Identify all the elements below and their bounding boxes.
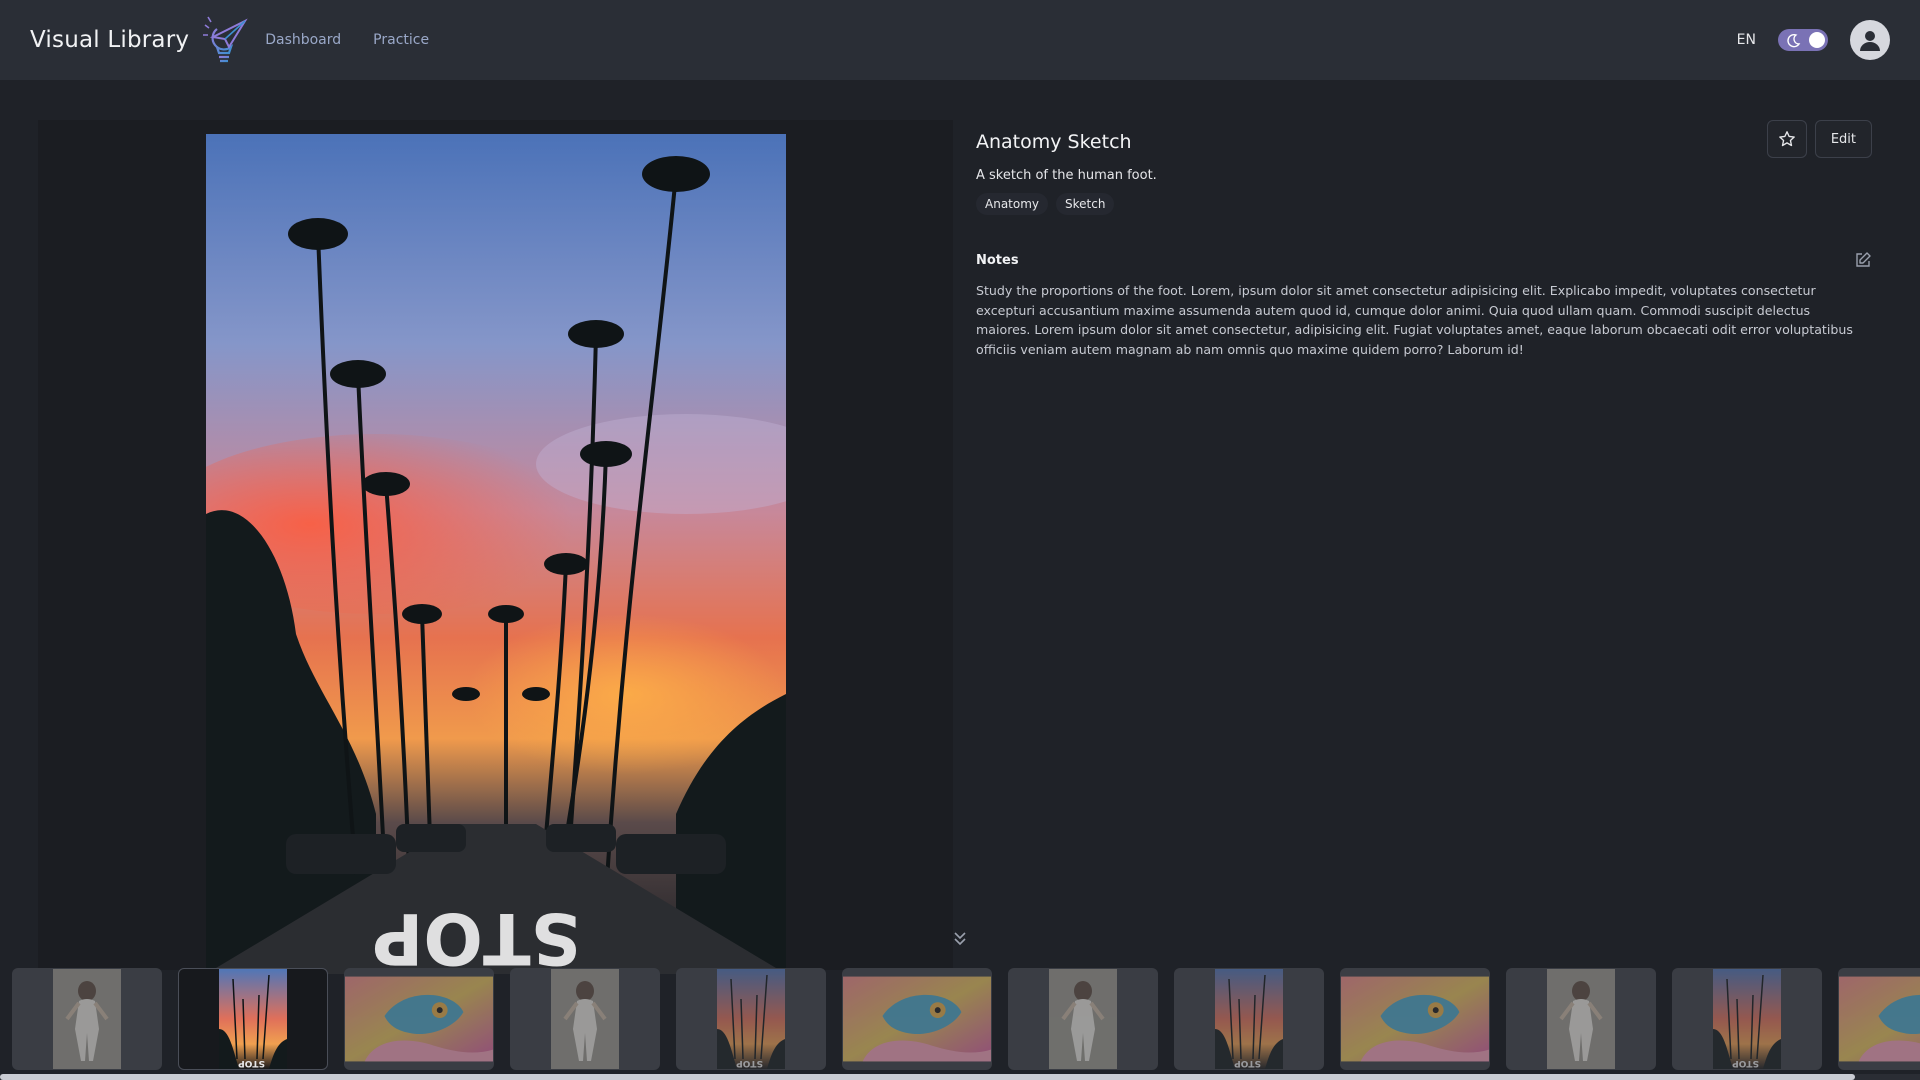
svg-text:STOP: STOP (736, 1058, 763, 1068)
star-icon (1778, 131, 1795, 147)
thumbnail-figure[interactable] (1008, 968, 1158, 1070)
tag-sketch[interactable]: Sketch (1056, 193, 1115, 215)
language-selector[interactable]: EN (1737, 32, 1756, 48)
notes-title: Notes (976, 252, 1019, 268)
thumbnail-figure[interactable] (12, 968, 162, 1070)
user-avatar[interactable] (1850, 20, 1890, 60)
svg-text:STOP: STOP (372, 897, 581, 974)
title-actions: Edit (1766, 120, 1872, 158)
filmstrip-scrollbar[interactable] (0, 1074, 1920, 1080)
user-icon (1860, 31, 1880, 51)
edit-button[interactable]: Edit (1814, 120, 1872, 158)
scrollbar-thumb[interactable] (0, 1074, 1855, 1080)
artwork-title: Anatomy Sketch (976, 131, 1132, 153)
nav-dashboard[interactable]: Dashboard (265, 32, 341, 48)
lightbulb-paper-plane-icon (199, 15, 249, 65)
thumbnail-sunset[interactable]: STOP (1672, 968, 1822, 1070)
svg-text:STOP: STOP (1234, 1058, 1261, 1068)
thumbnail-figure[interactable] (1506, 968, 1656, 1070)
tag-list: Anatomy Sketch (976, 193, 1872, 215)
app-title: Visual Library (30, 27, 190, 53)
chevrons-down-icon[interactable] (950, 928, 970, 948)
thumbnail-sunset[interactable]: STOP (676, 968, 826, 1070)
moon-icon (1787, 33, 1801, 48)
main-nav: Dashboard Practice (265, 32, 429, 48)
nav-practice[interactable]: Practice (373, 32, 429, 48)
artwork-details: Anatomy Sketch Edit A sketch of the huma… (976, 120, 1872, 359)
thumbnail-chameleon[interactable] (1838, 968, 1920, 1070)
thumbnail-sunset[interactable]: STOP (178, 968, 328, 1070)
top-bar: Visual Library Dashboard Practice EN (0, 0, 1920, 80)
thumbnail-sunset[interactable]: STOP (1174, 968, 1324, 1070)
thumbnail-strip: STOP STOP STOP STOP (0, 964, 1920, 1080)
image-viewer: STOP (38, 120, 953, 974)
artwork-description: A sketch of the human foot. (976, 168, 1157, 183)
theme-toggle[interactable] (1778, 29, 1828, 51)
thumbnail-list: STOP STOP STOP STOP (12, 968, 1920, 1070)
brand[interactable]: Visual Library (30, 15, 249, 65)
svg-text:STOP: STOP (238, 1058, 265, 1068)
thumbnail-chameleon[interactable] (842, 968, 992, 1070)
thumbnail-chameleon[interactable] (344, 968, 494, 1070)
toggle-knob (1809, 32, 1825, 48)
notes-header: Notes (976, 251, 1872, 269)
svg-text:STOP: STOP (1732, 1058, 1759, 1068)
notes-body: Study the proportions of the foot. Lorem… (976, 283, 1853, 357)
title-row: Anatomy Sketch Edit (976, 120, 1872, 158)
edit-icon[interactable] (1854, 251, 1872, 269)
thumbnail-chameleon[interactable] (1340, 968, 1490, 1070)
header-actions: EN (1737, 20, 1890, 60)
tag-anatomy[interactable]: Anatomy (976, 193, 1049, 215)
thumbnail-figure[interactable] (510, 968, 660, 1070)
artwork-image[interactable]: STOP (206, 134, 786, 974)
favorite-button[interactable] (1766, 120, 1807, 158)
